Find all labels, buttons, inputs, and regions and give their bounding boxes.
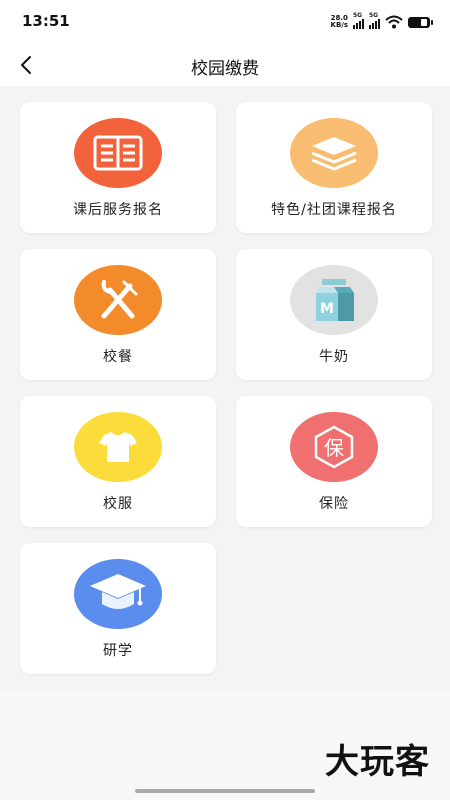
milk-box-icon: M: [316, 279, 354, 321]
net-speed: 28.0 KB/s: [330, 14, 348, 29]
icon-circle: [74, 118, 162, 188]
uniform-card[interactable]: 校服: [20, 396, 216, 527]
icon-circle: [74, 559, 162, 629]
icon-circle: 保: [290, 412, 378, 482]
fork-knife-icon: [101, 280, 138, 319]
card-label: 校餐: [103, 349, 133, 365]
bottom-area: 大玩客: [0, 690, 450, 800]
status-bar: 13:51 28.0 KB/s 5G 5G: [0, 0, 450, 44]
page-title: 校园缴费: [191, 59, 259, 79]
insurance-badge-icon: 保: [314, 425, 354, 469]
icon-circle: [290, 118, 378, 188]
study-trip-card[interactable]: 研学: [20, 543, 216, 674]
card-label: 保险: [319, 496, 349, 512]
signal-icon: 5G: [353, 12, 364, 29]
icon-circle: M: [290, 265, 378, 335]
card-label: 特色/社团课程报名: [271, 202, 397, 218]
svg-text:M: M: [320, 301, 334, 317]
card-label: 课后服务报名: [73, 202, 163, 218]
tshirt-icon: [99, 432, 137, 462]
payment-grid: 课后服务报名 特色/社团课程报名 校餐 M 牛奶 校服 保 保险 研学: [0, 86, 450, 690]
icon-circle: [74, 265, 162, 335]
icon-circle: [74, 412, 162, 482]
school-meal-card[interactable]: 校餐: [20, 249, 216, 380]
status-icons: 28.0 KB/s 5G 5G: [330, 12, 433, 32]
graduation-cap-icon: [90, 574, 146, 609]
watermark: 大玩客: [325, 742, 430, 782]
layers-icon: [311, 137, 357, 171]
signal-icon: 5G: [369, 12, 380, 29]
status-time: 13:51: [22, 12, 70, 30]
card-label: 研学: [103, 643, 133, 659]
book-icon: [93, 135, 143, 171]
after-school-service-card[interactable]: 课后服务报名: [20, 102, 216, 233]
card-label: 牛奶: [319, 349, 349, 365]
wifi-icon: [385, 15, 403, 29]
svg-text:保: 保: [324, 436, 344, 460]
insurance-card[interactable]: 保 保险: [236, 396, 432, 527]
home-indicator[interactable]: [135, 789, 315, 793]
card-label: 校服: [103, 496, 133, 512]
club-course-card[interactable]: 特色/社团课程报名: [236, 102, 432, 233]
milk-card[interactable]: M 牛奶: [236, 249, 432, 380]
nav-bar: 校园缴费: [0, 44, 450, 86]
battery-icon: [408, 16, 433, 28]
